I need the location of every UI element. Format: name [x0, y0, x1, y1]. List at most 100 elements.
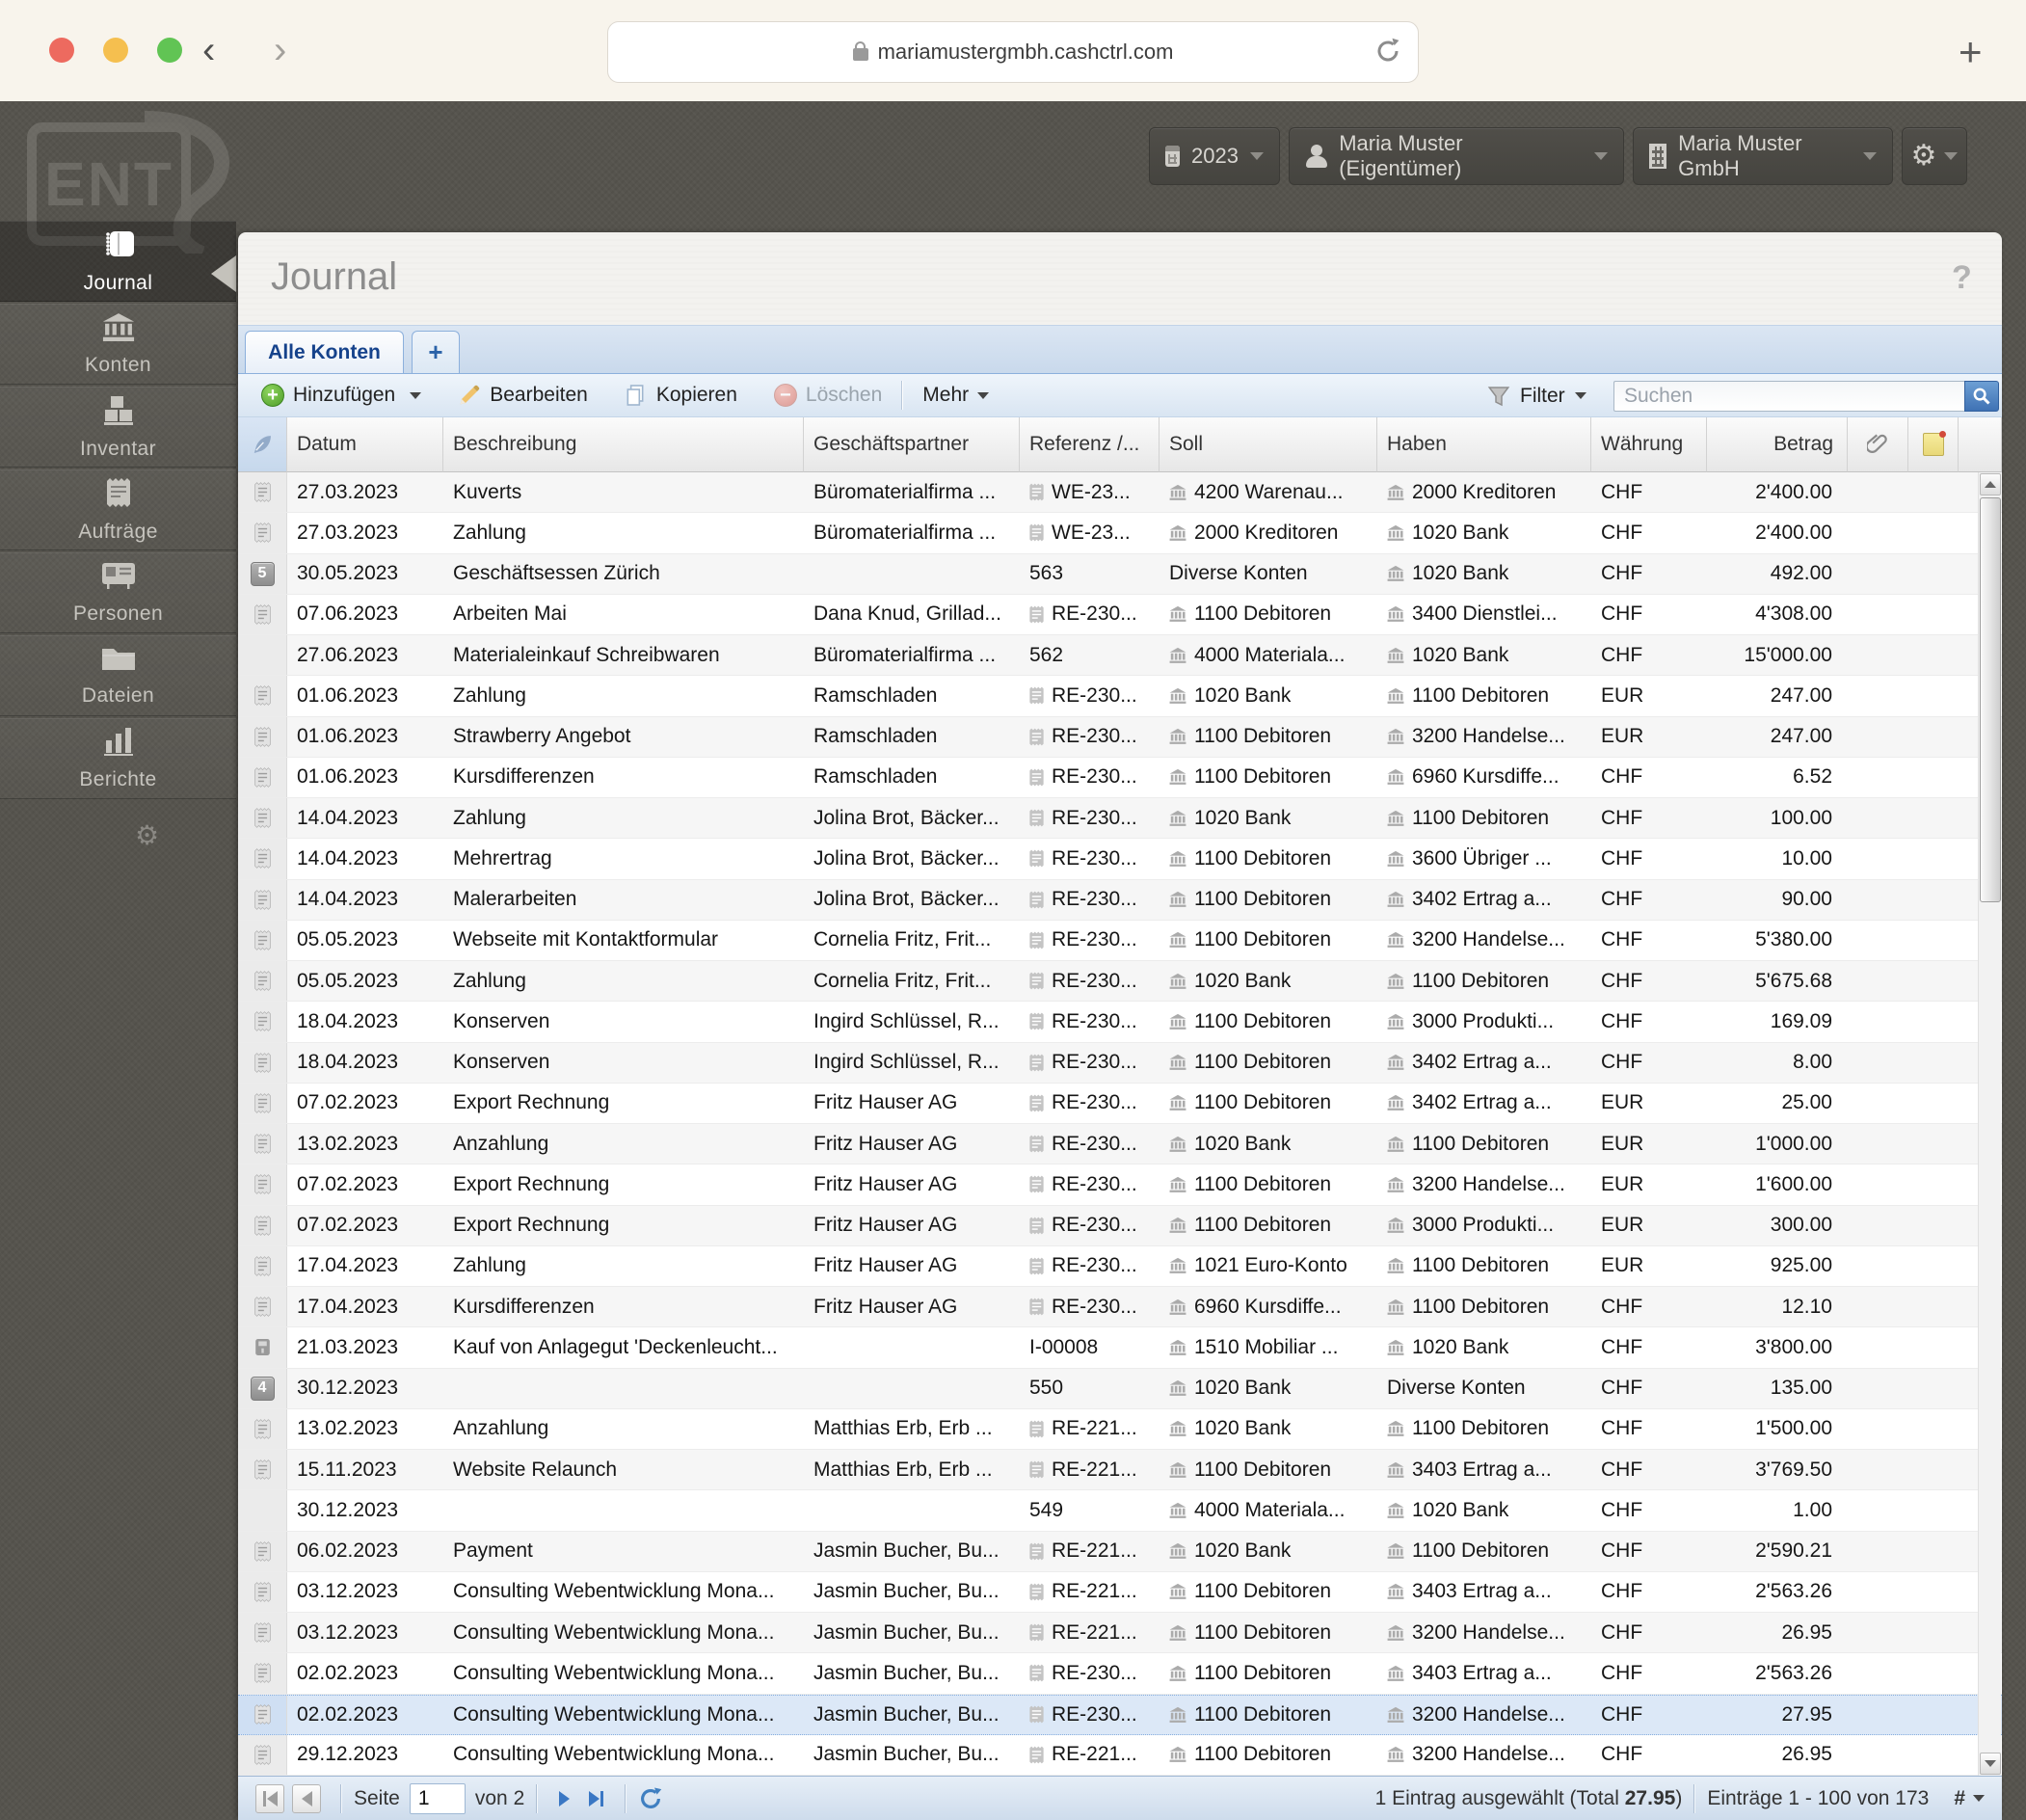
table-row[interactable]: 430.12.20235501020 BankDiverse KontenCHF…	[238, 1369, 2002, 1409]
scroll-up-button[interactable]	[1980, 473, 2001, 495]
sidebar-item-journal[interactable]: Journal	[0, 221, 236, 302]
note-cell	[1908, 1206, 1959, 1245]
next-page-button[interactable]	[549, 1791, 579, 1807]
table-row[interactable]: 01.06.2023KursdifferenzenRamschladenRE-2…	[238, 758, 2002, 798]
bank-icon	[1387, 687, 1404, 705]
table-row[interactable]: 13.02.2023AnzahlungMatthias Erb, Erb ...…	[238, 1409, 2002, 1450]
refresh-icon[interactable]	[638, 1786, 663, 1811]
table-row[interactable]: 05.05.2023ZahlungCornelia Fritz, Frit...…	[238, 961, 2002, 1002]
table-row[interactable]: 07.06.2023Arbeiten MaiDana Knud, Grillad…	[238, 595, 2002, 635]
more-button[interactable]: Mehr	[915, 380, 997, 411]
filter-button[interactable]: Filter	[1487, 374, 1586, 417]
table-row[interactable]: 27.06.2023Materialeinkauf SchreibwarenBü…	[238, 635, 2002, 676]
column-header-geschaeftspartner[interactable]: Geschäftspartner	[804, 417, 1020, 472]
table-row[interactable]: 27.03.2023ZahlungBüromaterialfirma ...WE…	[238, 513, 2002, 553]
page-number-input[interactable]	[410, 1783, 466, 1814]
table-row[interactable]: 05.05.2023Webseite mit KontaktformularCo…	[238, 921, 2002, 961]
sidebar-item-konten[interactable]: Konten	[0, 304, 236, 385]
credit-cell: 1020 Bank	[1377, 1490, 1591, 1530]
table-row[interactable]: 02.02.2023Consulting Webentwicklung Mona…	[238, 1695, 2002, 1735]
sidebar-item-inventar[interactable]: Inventar	[0, 387, 236, 468]
sidebar-gear-icon[interactable]: ⚙	[135, 819, 159, 851]
row-number-toggle[interactable]: #	[1954, 1787, 1965, 1810]
amount-cell: 1'500.00	[1707, 1409, 1848, 1449]
table-row[interactable]: 30.12.20235494000 Materiala...1020 BankC…	[238, 1490, 2002, 1531]
table-row[interactable]: 07.02.2023Export RechnungFritz Hauser AG…	[238, 1084, 2002, 1124]
table-row[interactable]: 530.05.2023Geschäftsessen Zürich563Diver…	[238, 554, 2002, 595]
scroll-down-button[interactable]	[1980, 1753, 2001, 1775]
company-menu-button[interactable]: Maria Muster GmbH	[1633, 127, 1893, 185]
search-input[interactable]	[1613, 381, 1964, 412]
last-page-button[interactable]	[579, 1791, 613, 1807]
journal-type-column-header[interactable]	[238, 417, 287, 472]
table-row[interactable]: 06.02.2023PaymentJasmin Bucher, Bu...RE-…	[238, 1532, 2002, 1572]
previous-page-button[interactable]	[292, 1784, 321, 1813]
sidebar-item-personen[interactable]: Personen	[0, 552, 236, 633]
maximize-window-button[interactable]	[157, 38, 182, 63]
table-row[interactable]: 27.03.2023KuvertsBüromaterialfirma ...WE…	[238, 472, 2002, 513]
table-row[interactable]: 03.12.2023Consulting Webentwicklung Mona…	[238, 1613, 2002, 1653]
column-header-datum[interactable]: Datum	[287, 417, 443, 472]
table-row[interactable]: 29.12.2023Consulting Webentwicklung Mona…	[238, 1735, 2002, 1776]
table-row[interactable]: 17.04.2023ZahlungFritz Hauser AGRE-230..…	[238, 1246, 2002, 1287]
column-header-betrag[interactable]: Betrag	[1707, 417, 1848, 472]
table-row[interactable]: 15.11.2023Website RelaunchMatthias Erb, …	[238, 1450, 2002, 1490]
sidebar-item-auftrage[interactable]: Aufträge	[0, 469, 236, 550]
table-row[interactable]: 18.04.2023KonservenIngird Schlüssel, R..…	[238, 1002, 2002, 1042]
table-row[interactable]: 21.03.2023Kauf von Anlagegut 'Deckenleuc…	[238, 1327, 2002, 1368]
copy-button[interactable]: Kopieren	[617, 380, 745, 411]
close-window-button[interactable]	[49, 38, 74, 63]
table-row[interactable]: 01.06.2023Strawberry AngebotRamschladenR…	[238, 717, 2002, 758]
table-row[interactable]: 02.02.2023Consulting Webentwicklung Mona…	[238, 1653, 2002, 1694]
reload-icon[interactable]	[1373, 37, 1402, 66]
chevron-down-icon[interactable]	[410, 392, 421, 399]
user-menu-button[interactable]: Maria Muster (Eigentümer)	[1289, 127, 1624, 185]
back-icon[interactable]: ‹	[202, 29, 215, 71]
table-row[interactable]: 18.04.2023KonservenIngird Schlüssel, R..…	[238, 1043, 2002, 1084]
table-row[interactable]: 07.02.2023Export RechnungFritz Hauser AG…	[238, 1164, 2002, 1205]
forward-icon[interactable]: ›	[274, 29, 286, 71]
minimize-window-button[interactable]	[103, 38, 128, 63]
table-row[interactable]: 14.04.2023MehrertragJolina Brot, Bäcker.…	[238, 839, 2002, 879]
table-row[interactable]: 07.02.2023Export RechnungFritz Hauser AG…	[238, 1206, 2002, 1246]
tab-alle-konten[interactable]: Alle Konten	[245, 331, 404, 373]
first-page-button[interactable]	[255, 1784, 284, 1813]
chevron-down-icon[interactable]	[1973, 1795, 1985, 1802]
table-row[interactable]: 01.06.2023ZahlungRamschladenRE-230...102…	[238, 676, 2002, 716]
settings-menu-button[interactable]: ⚙	[1902, 127, 1967, 185]
date-cell: 18.04.2023	[287, 1002, 443, 1041]
table-row[interactable]: 13.02.2023AnzahlungFritz Hauser AGRE-230…	[238, 1124, 2002, 1164]
currency-cell: CHF	[1591, 1653, 1707, 1693]
row-type-cell	[238, 1613, 287, 1652]
copy-icon	[625, 384, 648, 407]
column-header-referenz[interactable]: Referenz /...	[1020, 417, 1160, 472]
amount-cell: 1'600.00	[1707, 1164, 1848, 1204]
column-header-beschreibung[interactable]: Beschreibung	[443, 417, 804, 472]
add-tab-button[interactable]: +	[412, 331, 460, 373]
search-button[interactable]	[1964, 381, 1999, 412]
table-row[interactable]: 17.04.2023KursdifferenzenFritz Hauser AG…	[238, 1287, 2002, 1327]
column-header-soll[interactable]: Soll	[1160, 417, 1377, 472]
sidebar-item-berichte[interactable]: Berichte	[0, 718, 236, 799]
column-header-haben[interactable]: Haben	[1377, 417, 1591, 472]
bank-icon	[1387, 1542, 1404, 1560]
edit-button[interactable]: Bearbeiten	[450, 380, 596, 411]
partner-cell: Fritz Hauser AG	[804, 1124, 1020, 1164]
table-row[interactable]: 14.04.2023ZahlungJolina Brot, Bäcker...R…	[238, 798, 2002, 839]
sidebar-item-dateien[interactable]: Dateien	[0, 635, 236, 716]
vertical-scrollbar[interactable]	[1978, 472, 2001, 1776]
column-header-notes[interactable]	[1908, 417, 1959, 472]
column-header-attachments[interactable]	[1848, 417, 1908, 472]
scrollbar-thumb[interactable]	[1980, 497, 2001, 902]
table-row[interactable]: 14.04.2023MalerarbeitenJolina Brot, Bäck…	[238, 880, 2002, 921]
description-cell	[443, 1369, 804, 1408]
amount-cell: 12.10	[1707, 1287, 1848, 1326]
add-button[interactable]: + Hinzufügen	[253, 380, 429, 411]
active-section-arrow	[211, 255, 236, 292]
new-tab-button[interactable]: +	[1959, 29, 1983, 75]
table-row[interactable]: 03.12.2023Consulting Webentwicklung Mona…	[238, 1572, 2002, 1613]
help-icon[interactable]: ?	[1952, 259, 1972, 297]
column-header-waehrung[interactable]: Währung	[1591, 417, 1707, 472]
fiscal-year-button[interactable]: 2023	[1149, 127, 1280, 185]
address-bar[interactable]: mariamustergmbh.cashctrl.com	[607, 21, 1419, 83]
